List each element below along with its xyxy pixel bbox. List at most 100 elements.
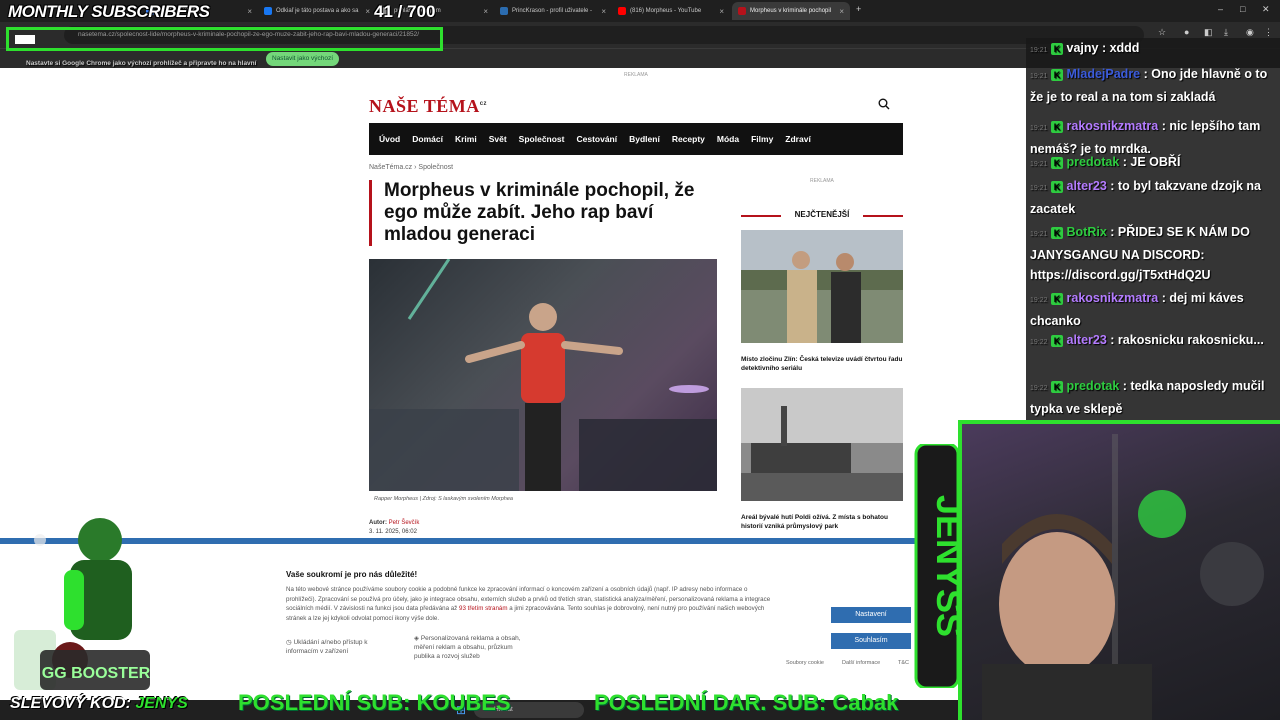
chat-timestamp: 19:22	[1030, 385, 1048, 392]
chat-timestamp: 19:21	[1030, 47, 1048, 54]
browser-tab[interactable]: Odkiaľ je táto postava a ako sa ×	[258, 2, 376, 20]
close-icon[interactable]: ×	[365, 7, 370, 16]
author-name[interactable]: Petr Ševčík	[389, 520, 420, 526]
close-icon[interactable]: ×	[719, 7, 724, 16]
nav-item-cestovani[interactable]: Cestování	[570, 134, 623, 144]
puzzle-icon[interactable]: ◧	[1204, 27, 1213, 38]
tab-favicon-icon	[500, 7, 508, 15]
star-icon[interactable]: ☆	[1158, 27, 1166, 38]
window-close-icon[interactable]: ✕	[1262, 4, 1270, 15]
nav-item-moda[interactable]: Móda	[711, 134, 745, 144]
settings-button[interactable]: Nastavení	[831, 607, 911, 623]
chat-text: to byl takzvane dzojk na zacatek	[1030, 179, 1262, 216]
breadcrumb-section[interactable]: Společnost	[418, 164, 453, 171]
subscribers-progress-frame	[6, 27, 443, 51]
chat-text: JE OBŘÍ	[1130, 155, 1181, 169]
close-icon[interactable]: ×	[601, 7, 606, 16]
cookie-title: Vaše soukromí je pro nás důležité!	[286, 570, 418, 579]
chat-separator: :	[1158, 119, 1170, 133]
chat-message: 19:22 K rakosnikzmatra : dej mi káves ch…	[1030, 288, 1276, 331]
chat-timestamp: 19:21	[1030, 73, 1048, 80]
browser-tab-active[interactable]: Morpheus v kriminále pochopil ×	[732, 2, 850, 20]
tc-link[interactable]: T&C	[898, 660, 909, 666]
main-nav: Úvod Domácí Krimi Svět Společnost Cestov…	[369, 123, 903, 155]
kick-badge-icon: K	[1051, 292, 1064, 305]
close-icon[interactable]: ×	[247, 7, 252, 16]
chat-timestamp: 19:21	[1030, 185, 1048, 192]
extension-icon[interactable]: ●	[1184, 27, 1189, 37]
logo-text: NAŠE TÉMA	[369, 96, 480, 116]
minimize-icon[interactable]: –	[1218, 4, 1223, 14]
option-label: Ukládání a/nebo přístup k informacím v z…	[286, 639, 368, 655]
webcam-image	[982, 434, 1264, 720]
info-icon: ◈	[414, 635, 421, 642]
chat-separator: :	[1158, 291, 1170, 305]
chat-username[interactable]: vajny	[1067, 41, 1099, 55]
chat-username[interactable]: predotak	[1067, 155, 1120, 169]
chat-username[interactable]: alter23	[1067, 333, 1107, 347]
menu-icon[interactable]: ⋮	[1264, 27, 1273, 38]
chat-timestamp: 19:21	[1030, 231, 1048, 238]
chat-username[interactable]: rakosnikzmatra	[1067, 291, 1159, 305]
tab-favicon-icon	[738, 7, 746, 15]
nav-item-krimi[interactable]: Krimi	[449, 134, 483, 144]
article-meta: Autor: Petr Ševčík 3. 11. 2025, 06:02	[369, 519, 419, 537]
most-read-item[interactable]: Místo zločinu Zlín: Česká televize uvádí…	[741, 230, 903, 373]
chat-username[interactable]: predotak	[1067, 379, 1120, 393]
chat-text: xddd	[1109, 41, 1140, 55]
chat-timestamp: 19:22	[1030, 339, 1048, 346]
promo-code-value: JENYS	[135, 695, 188, 712]
most-read-item[interactable]: Areál bývalé hutí Poldi ožívá. Z místa s…	[741, 388, 903, 531]
kick-badge-icon: K	[1051, 68, 1064, 81]
nav-item-uvod[interactable]: Úvod	[373, 134, 406, 144]
nav-item-filmy[interactable]: Filmy	[745, 134, 779, 144]
third-parties-link[interactable]: 93 třetím stranám	[459, 605, 508, 612]
chat-text: tedka naposledy mučil typka ve sklepě	[1030, 379, 1265, 416]
download-icon[interactable]: ⤓	[1224, 27, 1228, 38]
close-icon[interactable]: ×	[483, 7, 488, 16]
browser-tab[interactable]: PrincKrason - profil uživatele - ×	[494, 2, 612, 20]
site-logo[interactable]: NAŠE TÉMAcz	[369, 96, 487, 117]
cookie-text: Na této webové stránce používáme soubory…	[286, 585, 778, 623]
chat-text: rakosnicku rakosnicku...	[1117, 333, 1264, 347]
chat-username[interactable]: BotRix	[1067, 225, 1107, 239]
more-info-link[interactable]: Další informace	[842, 660, 880, 666]
accept-button[interactable]: Souhlasím	[831, 633, 911, 649]
avatar[interactable]: ◉	[1246, 27, 1254, 38]
chat-username[interactable]: alter23	[1067, 179, 1107, 193]
sidebar-ad-label: REKLAMA	[810, 178, 834, 184]
chat-timestamp: 19:22	[1030, 297, 1048, 304]
chat-username[interactable]: MladejPadre	[1067, 67, 1141, 81]
chat-separator: :	[1106, 179, 1118, 193]
nav-item-bydleni[interactable]: Bydlení	[623, 134, 666, 144]
most-read-title[interactable]: Místo zločinu Zlín: Česká televize uvádí…	[741, 355, 903, 373]
most-read-title[interactable]: Areál bývalé hutí Poldi ožívá. Z místa s…	[741, 513, 903, 531]
breadcrumb: NašeTéma.cz › Společnost	[369, 164, 453, 171]
chat-separator: :	[1140, 67, 1152, 81]
cookies-link[interactable]: Soubory cookie	[786, 660, 824, 666]
hero-image-art	[369, 259, 717, 491]
kick-badge-icon: K	[1051, 334, 1064, 347]
youtube-icon	[618, 7, 626, 15]
most-read-thumbnail	[741, 388, 903, 501]
maximize-icon[interactable]: □	[1240, 4, 1245, 14]
breadcrumb-home[interactable]: NašeTéma.cz	[369, 164, 412, 171]
chat-text: PŘIDEJ SE K NÁM DO JANYSGANGU NA DISCORD…	[1030, 225, 1250, 282]
set-default-button[interactable]: Nastavit jako výchozí	[266, 52, 340, 66]
close-icon[interactable]: ×	[839, 7, 844, 16]
nav-item-domaci[interactable]: Domácí	[406, 134, 449, 144]
most-read-heading: NEJČTENĚJŠÍ	[741, 210, 903, 219]
nav-item-svet[interactable]: Svět	[483, 134, 513, 144]
kick-badge-icon: K	[1051, 42, 1064, 55]
nav-item-recepty[interactable]: Recepty	[666, 134, 711, 144]
search-icon[interactable]	[878, 98, 890, 110]
mascot-image: GG BOOSTER	[14, 518, 151, 690]
chat-username[interactable]: rakosnikzmatra	[1067, 119, 1159, 133]
browser-tab[interactable]: (816) Morpheus - YouTube ×	[612, 2, 730, 20]
tab-label: Odkiaľ je táto postava a ako sa	[276, 8, 359, 14]
monthly-subscribers-label: MONTHLY SUBSCRIBERS	[8, 2, 210, 21]
new-tab-icon[interactable]: +	[856, 4, 861, 14]
chat-message: 19:21 K alter23 : to byl takzvane dzojk …	[1030, 176, 1276, 219]
nav-item-spolecnost[interactable]: Společnost	[513, 134, 571, 144]
nav-item-zdravi[interactable]: Zdraví	[779, 134, 817, 144]
